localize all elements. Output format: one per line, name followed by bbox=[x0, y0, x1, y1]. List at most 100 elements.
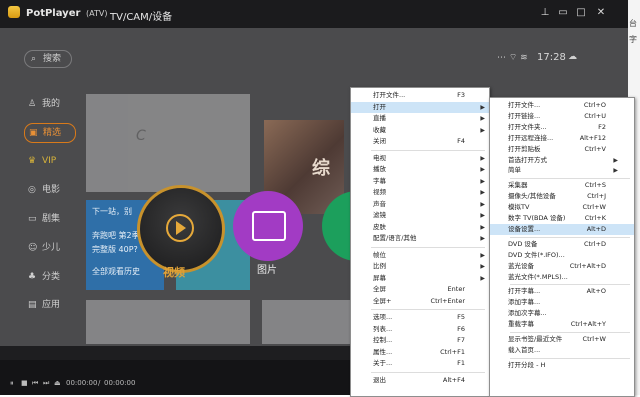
menu-item-label: 选项... bbox=[373, 313, 393, 321]
next-button[interactable]: ⏭ bbox=[43, 379, 49, 388]
context-menu-item[interactable]: 视频 ▶ bbox=[351, 187, 489, 198]
context-menu-item[interactable]: 关于... F1 bbox=[351, 358, 489, 369]
poster-text: 综 bbox=[312, 158, 330, 179]
menu-item-label: 添加次字幕... bbox=[508, 309, 547, 318]
submenu-item[interactable]: 打开文件夹... F2 bbox=[490, 122, 634, 133]
menu-item-shortcut: Ctrl+Alt+Y bbox=[570, 320, 606, 329]
context-menu-item[interactable]: 打开 ▶ bbox=[351, 101, 489, 113]
submenu-arrow-icon: ▶ bbox=[480, 200, 485, 208]
context-menu-item[interactable]: 比例 ▶ bbox=[351, 261, 489, 272]
app-name[interactable]: PotPlayer bbox=[26, 8, 80, 19]
context-menu-item[interactable]: 配置/语言/其他 ▶ bbox=[351, 233, 489, 244]
context-menu-item[interactable]: 直播 ▶ bbox=[351, 113, 489, 124]
close-button[interactable]: ✕ bbox=[594, 6, 608, 20]
context-menu-item[interactable]: 帧位 ▶ bbox=[351, 250, 489, 261]
edge-text-2: 字 bbox=[629, 35, 637, 44]
sidebar-item-kids[interactable]: ☺ 少儿 bbox=[24, 239, 74, 257]
maximize-button[interactable]: □ bbox=[574, 6, 588, 20]
bottom-tile-2[interactable] bbox=[262, 300, 352, 344]
search-box[interactable]: ⌕ 搜索 bbox=[24, 50, 72, 68]
bottom-tile[interactable] bbox=[86, 300, 250, 344]
submenu-item[interactable]: 打开剪贴板 Ctrl+V bbox=[490, 144, 634, 155]
context-menu-item[interactable]: 声音 ▶ bbox=[351, 199, 489, 210]
submenu-item[interactable]: 蓝光文件(*.MPLS)... bbox=[490, 272, 634, 283]
submenu-item[interactable]: 数字 TV(BDA 设备) Ctrl+K bbox=[490, 213, 634, 224]
submenu-item[interactable]: 打开文件... Ctrl+O bbox=[490, 100, 634, 111]
context-menu-item[interactable]: 选项... F5 bbox=[351, 312, 489, 323]
context-menu-item[interactable]: 打开文件... F3 bbox=[351, 90, 489, 101]
previous-button[interactable]: ⏮ bbox=[32, 379, 38, 388]
sidebar-item-featured[interactable]: ▣ 精选 bbox=[24, 123, 76, 143]
mode-label[interactable]: TV/CAM/设备 bbox=[110, 8, 172, 23]
submenu-item[interactable]: 打开链接... Ctrl+U bbox=[490, 111, 634, 122]
menu-item-label: 控制... bbox=[373, 336, 393, 344]
sidebar-item-categories[interactable]: ♣ 分类 bbox=[24, 268, 74, 286]
play-icon bbox=[166, 214, 194, 242]
context-menu-item[interactable]: 关闭 F4 bbox=[351, 136, 489, 147]
submenu-item[interactable]: 设备设置... Alt+D bbox=[490, 223, 634, 235]
menu-item-label: 重载字幕 bbox=[508, 320, 534, 329]
sidebar-item-movies[interactable]: ◎ 电影 bbox=[24, 181, 74, 199]
sidebar-item-series[interactable]: ▭ 剧集 bbox=[24, 210, 74, 228]
submenu-item[interactable]: 打开字幕... Alt+O bbox=[490, 286, 634, 297]
menu-item-shortcut: Alt+F12 bbox=[579, 133, 606, 142]
context-menu-item[interactable]: 全屏+ Ctrl+Enter bbox=[351, 296, 489, 307]
context-menu-item[interactable]: 退出 Alt+F4 bbox=[351, 375, 489, 386]
context-menu-item[interactable]: 收藏 ▶ bbox=[351, 125, 489, 136]
submenu-arrow-icon: ▶ bbox=[480, 274, 485, 282]
eject-button[interactable]: ⏏ bbox=[54, 379, 61, 387]
context-menu-item[interactable]: 字幕 ▶ bbox=[351, 176, 489, 187]
sidebar-item-label: 电影 bbox=[42, 185, 61, 195]
submenu-item[interactable]: 采集器 Ctrl+S bbox=[490, 180, 634, 191]
submenu-item[interactable]: 模拟TV Ctrl+W bbox=[490, 202, 634, 213]
sidebar-item-vip[interactable]: ♛ VIP bbox=[24, 152, 74, 170]
context-menu-item[interactable]: 控制... F7 bbox=[351, 335, 489, 346]
context-menu-item[interactable]: 屏幕 ▶ bbox=[351, 273, 489, 284]
user-icon: ♙ bbox=[28, 99, 37, 109]
context-menu-item[interactable]: 列表... F6 bbox=[351, 324, 489, 335]
context-menu-item[interactable]: 播放 ▶ bbox=[351, 164, 489, 175]
menu-item-label: 电视 bbox=[373, 153, 386, 162]
featured-tile[interactable]: C bbox=[86, 94, 250, 192]
sidebar-item-label: 我的 bbox=[42, 99, 61, 109]
submenu-item[interactable]: 打开远程连接... Alt+F12 bbox=[490, 133, 634, 144]
submenu-arrow-icon: ▶ bbox=[480, 251, 485, 259]
sidebar-item-label: VIP bbox=[42, 156, 57, 166]
picture-label: 图片 bbox=[257, 265, 277, 276]
video-launcher[interactable] bbox=[137, 185, 225, 273]
context-menu-item[interactable]: 滤镜 ▶ bbox=[351, 210, 489, 221]
context-menu-item[interactable]: 皮肤 ▶ bbox=[351, 222, 489, 233]
submenu-item[interactable]: 首选打开方式 ▶ bbox=[490, 155, 634, 166]
kid-icon: ☺ bbox=[28, 243, 38, 253]
submenu-item[interactable]: 添加次字幕... bbox=[490, 308, 634, 319]
pin-icon[interactable]: ⊥ bbox=[538, 6, 552, 20]
submenu-item[interactable]: 显示书签/最近文件 Ctrl+W bbox=[490, 334, 634, 345]
menu-item-shortcut: F3 bbox=[457, 91, 465, 99]
pause-button[interactable]: ⏸ bbox=[10, 379, 14, 388]
submenu-item[interactable]: 载入首页... bbox=[490, 345, 634, 356]
potplayer-logo-icon[interactable] bbox=[8, 6, 20, 18]
picture-launcher[interactable] bbox=[233, 191, 303, 261]
submenu-item[interactable]: DVD 文件(*.IFO)... bbox=[490, 250, 634, 261]
submenu-arrow-icon: ▶ bbox=[613, 167, 618, 175]
minimize-button[interactable]: ▭ bbox=[556, 6, 570, 20]
menu-item-label: 声音 bbox=[373, 199, 386, 208]
submenu-item[interactable]: 重载字幕 Ctrl+Alt+Y bbox=[490, 319, 634, 330]
menu-item-label: 设备设置... bbox=[508, 224, 541, 233]
submenu-item[interactable]: 简单 ▶ bbox=[490, 165, 634, 176]
sidebar-item-mine[interactable]: ♙ 我的 bbox=[24, 95, 74, 113]
submenu-item[interactable]: 蓝光设备 Ctrl+Alt+D bbox=[490, 261, 634, 272]
menu-item-label: 蓝光文件(*.MPLS)... bbox=[508, 272, 568, 281]
context-menu-item[interactable]: 电视 ▶ bbox=[351, 153, 489, 164]
stop-button[interactable]: ■ bbox=[21, 379, 28, 387]
context-menu-item[interactable]: 全屏 Enter bbox=[351, 284, 489, 295]
submenu-item[interactable]: 添加字幕... bbox=[490, 297, 634, 308]
context-menu-item[interactable]: 属性... Ctrl+F1 bbox=[351, 347, 489, 358]
submenu-item[interactable]: 摄像头/其他设备 Ctrl+J bbox=[490, 191, 634, 202]
film-icon: ◎ bbox=[28, 185, 36, 195]
menu-item-label: 打开远程连接... bbox=[508, 133, 554, 142]
submenu-item[interactable]: 打开分段 - H bbox=[490, 360, 634, 371]
submenu-item[interactable]: DVD 设备 Ctrl+D bbox=[490, 239, 634, 250]
sidebar-item-apps[interactable]: ▤ 应用 bbox=[24, 296, 74, 314]
menu-item-label: 全屏 bbox=[373, 285, 386, 293]
